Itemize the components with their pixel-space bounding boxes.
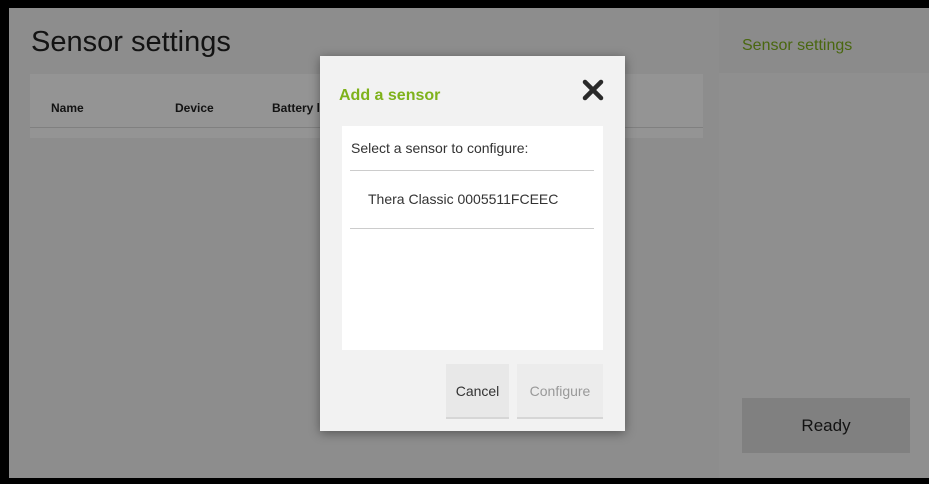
app-window: Sensor settings Name Device Battery l Se… <box>9 8 929 478</box>
close-button[interactable] <box>575 72 611 108</box>
sensor-list-panel: Select a sensor to configure: Thera Clas… <box>342 126 603 350</box>
cancel-button[interactable]: Cancel <box>446 364 509 419</box>
close-icon <box>582 79 604 101</box>
dialog-title: Add a sensor <box>339 87 441 104</box>
divider <box>350 228 594 229</box>
configure-button[interactable]: Configure <box>517 364 603 419</box>
sensor-list-label: Select a sensor to configure: <box>351 140 529 156</box>
sensor-name: Thera Classic 0005511FCEEC <box>368 191 559 207</box>
sensor-list-item[interactable]: Thera Classic 0005511FCEEC <box>350 171 594 229</box>
add-sensor-dialog: Add a sensor Select a sensor to configur… <box>320 56 625 431</box>
